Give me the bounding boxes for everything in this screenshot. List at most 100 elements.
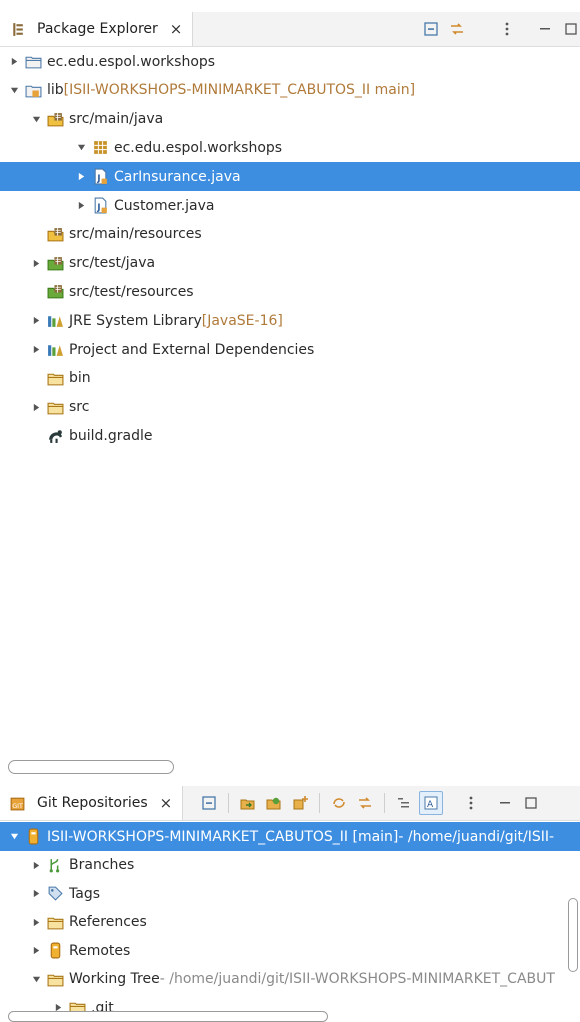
package-explorer-title: Package Explorer <box>37 21 158 37</box>
git-repositories-tree[interactable]: ISII-WORKSHOPS-MINIMARKET_CABUTOS_II [ma… <box>0 822 580 1014</box>
collapsed-chevron-icon[interactable] <box>30 859 42 871</box>
tree-item[interactable]: J CarInsurance.java <box>0 162 580 192</box>
package-explorer-tree[interactable]: ec.edu.espol.workshops lib [ISII-WORKSHOP… <box>0 47 580 757</box>
create-repository-icon[interactable] <box>289 792 311 814</box>
tree-item-label: src/test/java <box>69 255 156 272</box>
collapse-all-icon[interactable] <box>198 792 220 814</box>
collapse-all-icon[interactable] <box>420 18 442 40</box>
close-icon[interactable]: × <box>170 20 183 38</box>
expanded-chevron-icon[interactable] <box>30 973 42 985</box>
package-explorer-tab[interactable]: Package Explorer × <box>0 12 194 46</box>
svg-text:A: A <box>427 800 434 810</box>
tree-item-label: src/main/resources <box>69 226 202 243</box>
expanded-chevron-icon[interactable] <box>30 113 42 125</box>
tree-item[interactable]: Branches <box>0 851 580 880</box>
project-folder-icon <box>24 53 42 71</box>
tree-item[interactable]: lib [ISII-WORKSHOPS-MINIMARKET_CABUTOS_I… <box>0 76 580 105</box>
collapsed-chevron-icon[interactable] <box>30 315 42 327</box>
tree-item[interactable]: src/test/java <box>0 249 580 278</box>
expanded-chevron-icon[interactable] <box>75 142 87 154</box>
library-icon <box>46 312 64 330</box>
close-icon[interactable]: × <box>160 794 173 812</box>
tree-item-label: Tags <box>69 885 100 902</box>
collapsed-chevron-icon[interactable] <box>30 401 42 413</box>
collapsed-chevron-icon[interactable] <box>30 916 42 928</box>
collapsed-chevron-icon[interactable] <box>30 945 42 957</box>
tree-item-label: References <box>69 914 147 930</box>
tree-item-label: src <box>69 399 90 416</box>
tree-item[interactable]: JRE System Library [JavaSE-16] <box>0 306 580 335</box>
minimize-icon[interactable] <box>534 18 556 40</box>
tree-item[interactable]: ec.edu.espol.workshops <box>0 47 580 76</box>
tree-item[interactable]: src/main/resources <box>0 220 580 249</box>
expanded-chevron-icon[interactable] <box>8 84 20 96</box>
tree-item[interactable]: Working Tree - /home/juandi/git/ISII-WOR… <box>0 965 580 994</box>
no-expander <box>30 430 42 442</box>
link-with-selection-icon[interactable] <box>354 792 376 814</box>
tree-item-label: build.gradle <box>69 427 153 444</box>
package-explorer-horizontal-scrollbar[interactable] <box>8 760 174 774</box>
source-folder-icon <box>46 225 64 243</box>
svg-text:GIT: GIT <box>12 801 23 809</box>
java-file-icon: J <box>91 197 109 215</box>
git-repositories-horizontal-scrollbar[interactable] <box>8 1011 328 1022</box>
refresh-icon[interactable] <box>328 792 350 814</box>
gradle-file-icon <box>46 427 64 445</box>
expanded-chevron-icon[interactable] <box>8 831 20 843</box>
add-repository-icon[interactable] <box>237 792 259 814</box>
collapsed-chevron-icon[interactable] <box>75 200 87 212</box>
tree-item-label: src/test/resources <box>69 283 194 300</box>
git-repositories-vertical-scrollbar[interactable] <box>568 898 578 972</box>
package-icon <box>91 139 109 157</box>
tree-item-label: ISII-WORKSHOPS-MINIMARKET_CABUTOS_II [ma… <box>47 828 399 845</box>
collapsed-chevron-icon[interactable] <box>8 56 20 68</box>
tree-item[interactable]: bin <box>0 364 580 393</box>
package-explorer-icon <box>8 20 26 38</box>
git-repositories-tab[interactable]: GIT Git Repositories × <box>0 786 184 820</box>
tree-item[interactable]: src/test/resources <box>0 277 580 306</box>
tree-item-label: ec.edu.espol.workshops <box>114 139 283 156</box>
tree-item[interactable]: Project and External Dependencies <box>0 335 580 364</box>
no-expander <box>30 286 42 298</box>
tree-item[interactable]: References <box>0 908 580 937</box>
test-source-folder-icon <box>46 283 64 301</box>
minimize-icon[interactable] <box>494 792 516 814</box>
maximize-icon[interactable] <box>560 18 580 40</box>
svg-text:J: J <box>96 174 100 184</box>
git-repositories-title: Git Repositories <box>37 795 148 811</box>
tags-icon <box>46 885 64 903</box>
branches-icon <box>46 856 64 874</box>
tree-item[interactable]: Remotes <box>0 936 580 965</box>
link-with-editor-icon[interactable] <box>446 18 468 40</box>
git-repositories-header: GIT Git Repositories × A <box>0 786 580 821</box>
git-project-icon <box>24 81 42 99</box>
toggle-layout-icon[interactable] <box>393 792 415 814</box>
view-menu-icon[interactable] <box>460 792 482 814</box>
collapsed-chevron-icon[interactable] <box>75 171 87 183</box>
tree-item[interactable]: J Customer.java <box>0 191 580 220</box>
tree-item-label: lib <box>47 82 64 99</box>
tree-item[interactable]: src/main/java <box>0 105 580 134</box>
tree-item-decoration: - /home/juandi/git/ISII-WORKSHOPS-MINIMA… <box>159 971 555 987</box>
maximize-icon[interactable] <box>520 792 542 814</box>
git-repositories-icon: GIT <box>8 794 26 812</box>
tree-item[interactable]: build.gradle <box>0 421 580 450</box>
view-menu-icon[interactable] <box>496 18 518 40</box>
tree-item[interactable]: ec.edu.espol.workshops <box>0 133 580 162</box>
tree-item[interactable]: src <box>0 393 580 422</box>
tree-item-decoration: - /home/juandi/git/ISII- <box>398 828 555 845</box>
show-details-icon[interactable]: A <box>419 791 443 815</box>
tree-item[interactable]: Tags <box>0 879 580 908</box>
collapsed-chevron-icon[interactable] <box>30 344 42 356</box>
clone-repository-icon[interactable] <box>263 792 285 814</box>
library-icon <box>46 341 64 359</box>
folder-icon <box>46 970 64 988</box>
collapsed-chevron-icon[interactable] <box>30 257 42 269</box>
tree-item[interactable]: ISII-WORKSHOPS-MINIMARKET_CABUTOS_II [ma… <box>0 822 580 851</box>
tree-item-label: JRE System Library <box>69 312 202 329</box>
no-expander <box>30 372 42 384</box>
collapsed-chevron-icon[interactable] <box>30 888 42 900</box>
test-source-folder-icon <box>46 254 64 272</box>
tree-item-label: Working Tree <box>69 971 160 987</box>
package-explorer-header: Package Explorer × <box>0 12 580 47</box>
